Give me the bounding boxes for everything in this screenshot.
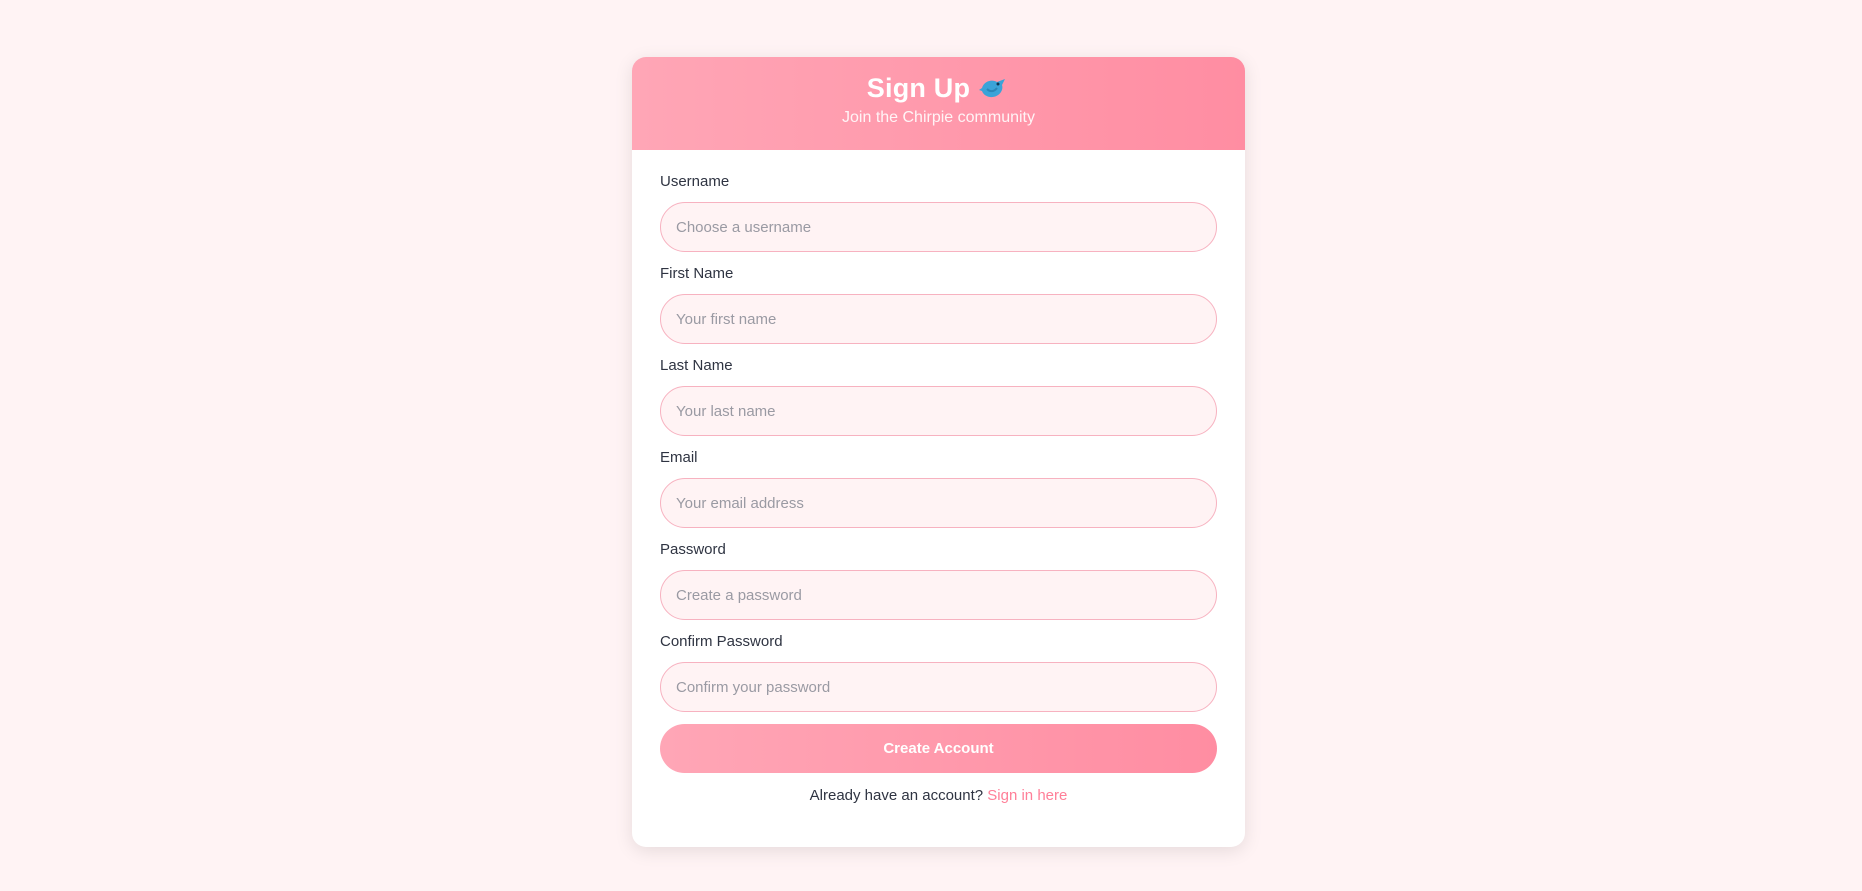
card-header: Sign Up Join the Chirpie community: [632, 57, 1245, 150]
username-field: Username: [660, 172, 1217, 252]
confirm-password-field: Confirm Password: [660, 632, 1217, 712]
signin-link[interactable]: Sign in here: [987, 787, 1067, 804]
signin-prompt: Already have an account?: [809, 787, 984, 804]
page-title: Sign Up: [866, 72, 971, 103]
password-label: Password: [660, 541, 726, 558]
title-row: Sign Up: [632, 71, 1245, 105]
confirm-password-input[interactable]: [660, 662, 1217, 712]
signup-card: Sign Up Join the Chirpie community Usern…: [632, 57, 1245, 847]
username-label: Username: [660, 173, 730, 190]
signup-form: Username First Name Last Name Email Pass…: [632, 150, 1245, 804]
page-subtitle: Join the Chirpie community: [842, 109, 1035, 126]
last-name-label: Last Name: [660, 357, 733, 374]
first-name-label: First Name: [660, 265, 734, 282]
last-name-field: Last Name: [660, 356, 1217, 436]
confirm-password-label: Confirm Password: [660, 633, 783, 650]
first-name-input[interactable]: [660, 294, 1217, 344]
email-input[interactable]: [660, 478, 1217, 528]
bird-icon: [978, 74, 1010, 102]
create-account-button[interactable]: Create Account: [660, 724, 1217, 773]
last-name-input[interactable]: [660, 386, 1217, 436]
password-input[interactable]: [660, 570, 1217, 620]
email-label: Email: [660, 449, 698, 466]
email-field: Email: [660, 448, 1217, 528]
signin-row: Already have an account? Sign in here: [660, 787, 1217, 804]
username-input[interactable]: [660, 202, 1217, 252]
password-field: Password: [660, 540, 1217, 620]
first-name-field: First Name: [660, 264, 1217, 344]
